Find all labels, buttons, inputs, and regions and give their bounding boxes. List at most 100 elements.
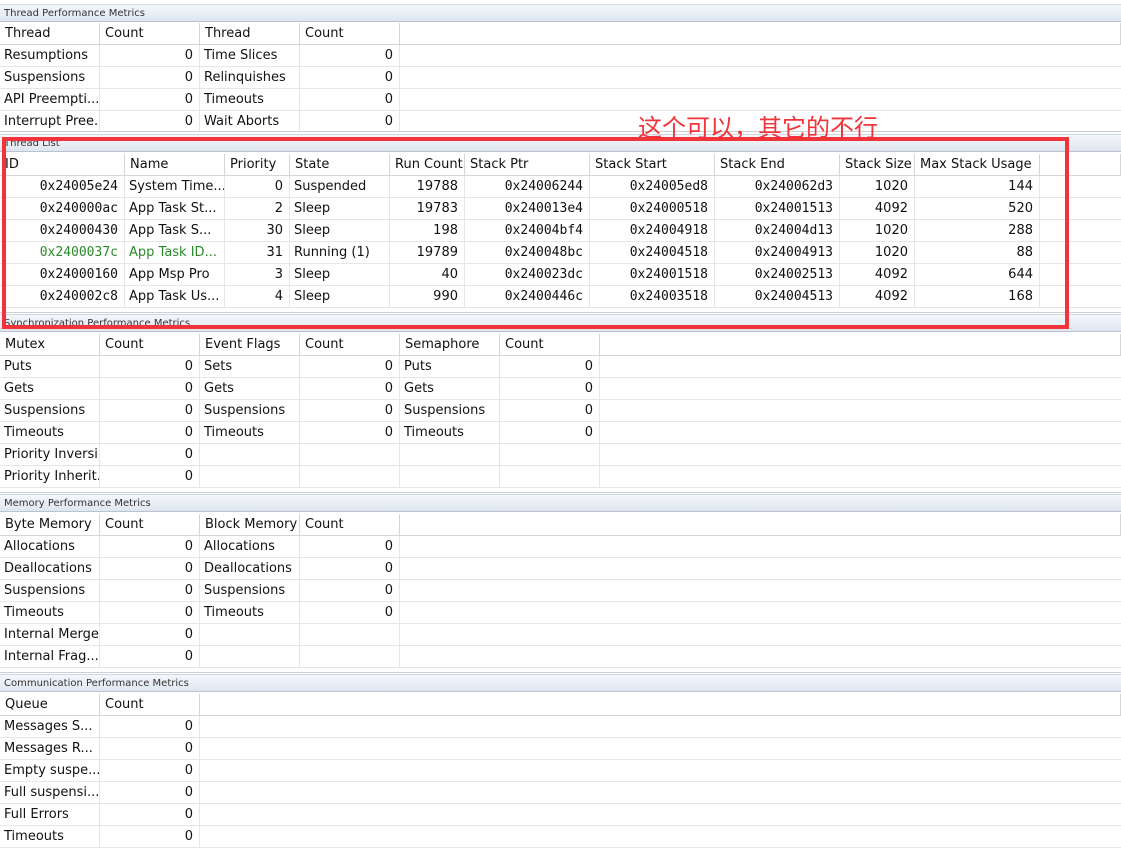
comm-perf-col-header[interactable]: Count	[100, 694, 200, 716]
thread-row-id[interactable]: 0x240000ac	[0, 198, 125, 220]
thread-row-filler	[1040, 242, 1121, 264]
sync-perf-cell: Gets	[200, 378, 300, 400]
memory-perf-row-filler	[400, 624, 1121, 646]
sync-perf-col-header[interactable]: Count	[300, 334, 400, 356]
thread-list-col-header[interactable]: Name	[125, 154, 225, 176]
memory-perf-cell	[200, 624, 300, 646]
sync-perf-row-filler	[600, 378, 1121, 400]
thread-row-stack-ptr: 0x240013e4	[465, 198, 590, 220]
memory-perf-row-filler	[400, 536, 1121, 558]
sync-perf-cell	[300, 444, 400, 466]
thread-row-id[interactable]: 0x24000430	[0, 220, 125, 242]
sync-perf-cell: Gets	[0, 378, 100, 400]
comm-perf-row-filler	[200, 804, 1121, 826]
memory-perf-row-filler	[400, 580, 1121, 602]
thread-perf-cell: 0	[100, 67, 200, 89]
thread-row-stack-end: 0x240062d3	[715, 176, 840, 198]
thread-row-run-count: 19788	[390, 176, 465, 198]
memory-perf-col-header[interactable]: Byte Memory	[0, 514, 100, 536]
memory-perf-cell: 0	[300, 602, 400, 624]
memory-perf-cell: Allocations	[0, 536, 100, 558]
thread-row-id[interactable]: 0x24005e24	[0, 176, 125, 198]
thread-row-max-stack: 88	[915, 242, 1040, 264]
comm-perf-row-filler	[200, 826, 1121, 848]
comm-perf-col-header[interactable]: Queue	[0, 694, 100, 716]
thread-row-state: Running (1)	[290, 242, 390, 264]
memory-perf-cell	[300, 624, 400, 646]
thread-row-id[interactable]: 0x24000160	[0, 264, 125, 286]
thread-row-name: App Task Us...	[125, 286, 225, 308]
thread-row-priority: 4	[225, 286, 290, 308]
thread-row-stack-start: 0x24004518	[590, 242, 715, 264]
sync-perf-col-header[interactable]: Count	[100, 334, 200, 356]
thread-list-col-header[interactable]: Run Count	[390, 154, 465, 176]
thread-perf-cell: Relinquishes	[200, 67, 300, 89]
thread-row-filler	[1040, 198, 1121, 220]
thread-perf-cell: 0	[300, 67, 400, 89]
thread-row-state: Sleep	[290, 220, 390, 242]
sync-perf-cell: 0	[300, 400, 400, 422]
sync-perf-col-header[interactable]: Semaphore	[400, 334, 500, 356]
thread-perf-col-header[interactable]: Thread	[0, 23, 100, 45]
sync-perf-cell	[200, 466, 300, 488]
sync-perf-col-header[interactable]: Count	[500, 334, 600, 356]
sync-perf-section-header: Synchronization Performance Metrics	[0, 314, 1121, 332]
thread-perf-cell: API Preempti...	[0, 89, 100, 111]
thread-perf-col-header[interactable]: Count	[100, 23, 200, 45]
thread-row-priority: 0	[225, 176, 290, 198]
memory-perf-cell	[300, 646, 400, 668]
thread-row-max-stack: 644	[915, 264, 1040, 286]
thread-row-id[interactable]: 0x2400037c	[0, 242, 125, 264]
sync-perf-row-filler	[600, 356, 1121, 378]
memory-perf-row-filler	[400, 646, 1121, 668]
thread-perf-cell: 0	[300, 111, 400, 131]
thread-row-name: App Task S...	[125, 220, 225, 242]
thread-perf-col-header[interactable]: Thread	[200, 23, 300, 45]
thread-row-name: System Time...	[125, 176, 225, 198]
sync-perf-cell: 0	[300, 378, 400, 400]
thread-list-col-header[interactable]: Stack Size	[840, 154, 915, 176]
comm-perf-header-filler	[200, 694, 1121, 716]
thread-list-col-header[interactable]: Stack Ptr	[465, 154, 590, 176]
thread-row-state: Suspended	[290, 176, 390, 198]
annotation-text: 这个可以，其它的不行	[638, 114, 878, 142]
thread-row-id[interactable]: 0x240002c8	[0, 286, 125, 308]
thread-list-col-header[interactable]: Priority	[225, 154, 290, 176]
memory-perf-cell: 0	[100, 624, 200, 646]
sync-perf-col-header[interactable]: Event Flags	[200, 334, 300, 356]
thread-list-col-header[interactable]: Stack End	[715, 154, 840, 176]
memory-perf-col-header[interactable]: Count	[300, 514, 400, 536]
comm-perf-panel: Queue Count Messages S... 0 Messages R... 0 Em…	[0, 694, 1121, 868]
thread-list-col-header[interactable]: Stack Start	[590, 154, 715, 176]
sync-perf-cell	[200, 444, 300, 466]
thread-perf-cell: Suspensions	[0, 67, 100, 89]
sync-perf-cell: Priority Inherit...	[0, 466, 100, 488]
thread-perf-cell: Time Slices	[200, 45, 300, 67]
memory-perf-header-filler	[400, 514, 1121, 536]
thread-row-stack-start: 0x24000518	[590, 198, 715, 220]
sync-perf-col-header[interactable]: Mutex	[0, 334, 100, 356]
thread-list-col-header[interactable]: ID	[0, 154, 125, 176]
thread-perf-panel: Thread Count Thread Count Resumptions 0 Time S…	[0, 23, 1121, 132]
thread-row-filler	[1040, 176, 1121, 198]
thread-perf-section-header: Thread Performance Metrics	[0, 4, 1121, 22]
thread-perf-col-header[interactable]: Count	[300, 23, 400, 45]
sync-perf-panel: Mutex Count Event Flags Count Semaphore Count…	[0, 334, 1121, 493]
sync-perf-cell: Sets	[200, 356, 300, 378]
comm-perf-cell: Full Errors	[0, 804, 100, 826]
thread-perf-cell: 0	[100, 89, 200, 111]
sync-perf-row-filler	[600, 422, 1121, 444]
thread-row-name: App Task St...	[125, 198, 225, 220]
thread-row-stack-end: 0x24004513	[715, 286, 840, 308]
comm-perf-cell: 0	[100, 738, 200, 760]
thread-list-col-header[interactable]: Max Stack Usage	[915, 154, 1040, 176]
thread-row-state: Sleep	[290, 286, 390, 308]
sync-perf-cell: Timeouts	[200, 422, 300, 444]
sync-perf-cell	[300, 466, 400, 488]
sync-perf-cell: Gets	[400, 378, 500, 400]
sync-perf-cell	[500, 466, 600, 488]
memory-perf-col-header[interactable]: Count	[100, 514, 200, 536]
thread-list-col-header[interactable]: State	[290, 154, 390, 176]
memory-perf-row-filler	[400, 602, 1121, 624]
memory-perf-col-header[interactable]: Block Memory	[200, 514, 300, 536]
